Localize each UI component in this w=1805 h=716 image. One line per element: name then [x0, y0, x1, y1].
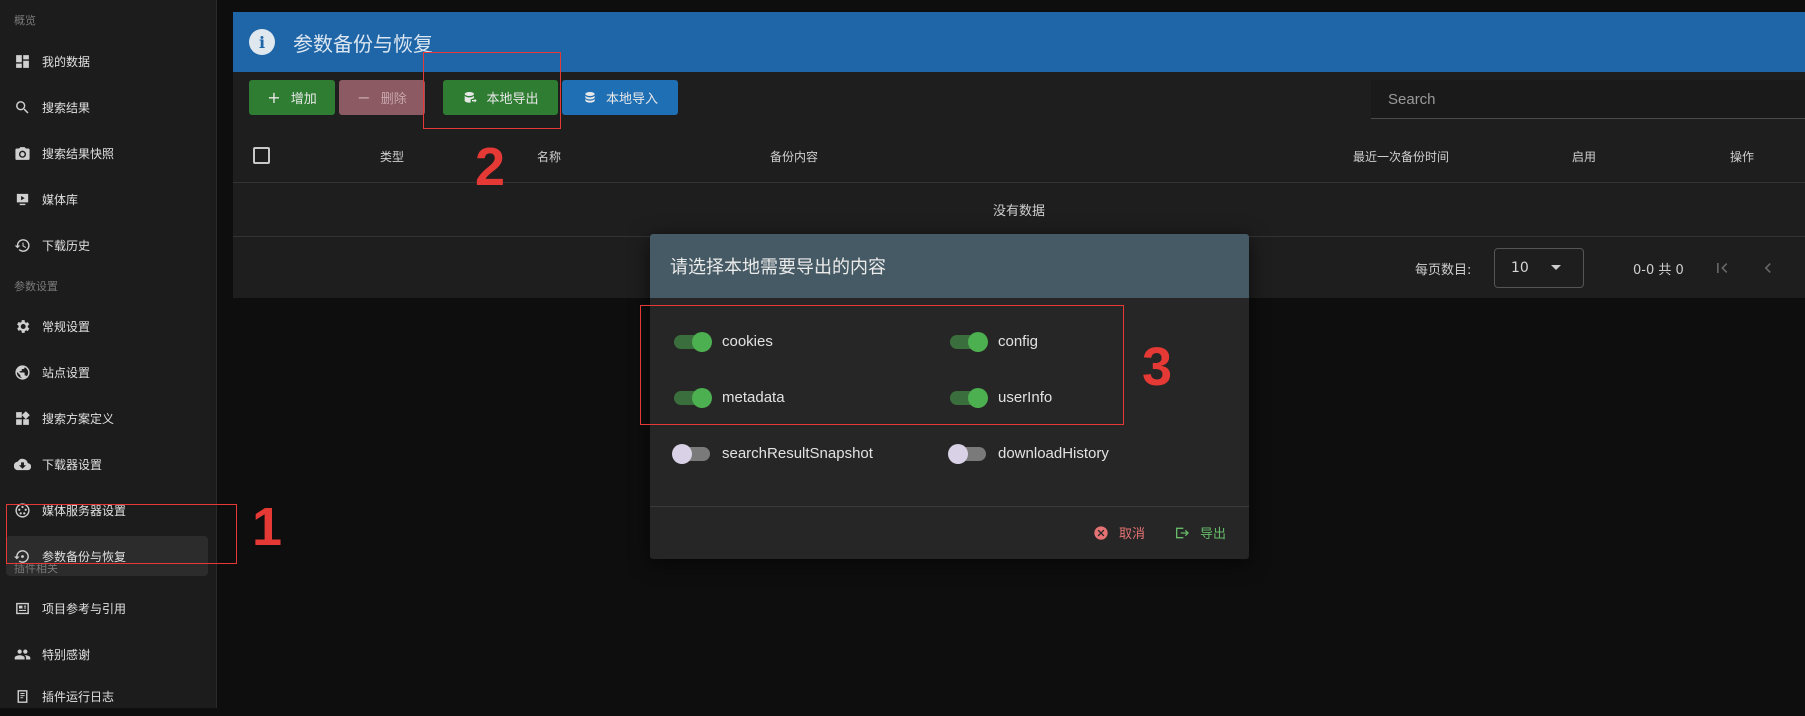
annotation-box-1 [6, 504, 237, 564]
switch[interactable] [948, 443, 986, 464]
info-icon: i [249, 29, 275, 55]
pagination-range: 0-0 共 0 [1633, 263, 1684, 278]
first-page-icon[interactable] [1712, 258, 1732, 278]
cancel-button[interactable]: 取消 [1093, 523, 1145, 542]
page-title: 参数备份与恢复 [293, 31, 433, 56]
sidebar-item-label: 特别感谢 [42, 647, 91, 662]
sidebar-item-download-history[interactable]: 下载历史 [6, 225, 208, 265]
gear-icon [12, 316, 32, 336]
camera-icon [12, 143, 32, 163]
table-header [233, 132, 1805, 183]
widgets-icon [12, 408, 32, 428]
sidebar-item-downloader-settings[interactable]: 下载器设置 [6, 444, 208, 484]
add-button[interactable]: + 增加 [249, 80, 335, 115]
local-import-button[interactable]: 本地导入 [562, 80, 678, 115]
annotation-number-3: 3 [1142, 337, 1173, 397]
select-all-checkbox[interactable] [253, 147, 270, 164]
dialog-header: 请选择本地需要导出的内容 [650, 234, 1249, 298]
sidebar-section-overview: 概览 [14, 14, 36, 27]
sidebar-item-references[interactable]: 项目参考与引用 [6, 588, 208, 628]
plus-icon: + [267, 87, 281, 107]
search-input[interactable] [1386, 89, 1790, 109]
sidebar-section-settings: 参数设置 [14, 280, 58, 293]
sidebar-item-label: 站点设置 [42, 365, 91, 380]
log-icon [12, 686, 32, 706]
annotation-number-2: 2 [475, 137, 506, 197]
annotation-box-2 [423, 52, 561, 129]
search-field[interactable] [1371, 80, 1805, 119]
sidebar-item-my-data[interactable]: 我的数据 [6, 41, 208, 81]
sidebar-item-media-library[interactable]: 媒体库 [6, 179, 208, 219]
database-import-icon [585, 91, 595, 103]
cancel-circle-icon [1094, 525, 1108, 540]
newspaper-icon [12, 598, 32, 618]
sidebar-item-search-results[interactable]: 搜索结果 [6, 87, 208, 127]
toggle-download-history[interactable]: downloadHistory [948, 443, 1109, 464]
delete-button[interactable]: − 删除 [339, 80, 425, 115]
cloud-download-icon [12, 454, 32, 474]
globe-icon [12, 362, 32, 382]
column-header-name[interactable]: 名称 [537, 148, 561, 165]
column-header-actions: 操作 [1730, 150, 1755, 164]
dialog-title: 请选择本地需要导出的内容 [670, 257, 886, 278]
caret-down-icon [1551, 265, 1561, 270]
toggle-search-result-snapshot[interactable]: searchResultSnapshot [672, 443, 873, 464]
sidebar-item-label: 搜索方案定义 [42, 411, 115, 426]
per-page-value: 10 [1511, 260, 1529, 276]
column-header-last-backup[interactable]: 最近一次备份时间 [1353, 148, 1449, 165]
export-icon [1176, 527, 1189, 538]
people-icon [12, 644, 32, 664]
sidebar-item-label: 常规设置 [42, 319, 91, 334]
per-page-select[interactable]: 10 [1494, 248, 1584, 288]
history-icon [12, 235, 32, 255]
sidebar-item-label: 插件运行日志 [42, 689, 115, 704]
export-label: 导出 [1200, 527, 1227, 542]
local-import-label: 本地导入 [605, 92, 658, 107]
dashboard-icon [12, 51, 32, 71]
sidebar-item-search-scheme[interactable]: 搜索方案定义 [6, 398, 208, 438]
column-header-enabled[interactable]: 启用 [1572, 148, 1596, 165]
previous-page-icon[interactable] [1758, 258, 1778, 278]
sidebar-item-label: 搜索结果快照 [42, 146, 115, 161]
add-button-label: 增加 [290, 92, 317, 107]
cancel-label: 取消 [1119, 527, 1146, 542]
switch[interactable] [672, 443, 710, 464]
per-page-label: 每页数目: [1415, 263, 1472, 278]
sidebar-item-label: 搜索结果 [42, 100, 91, 115]
annotation-number-1: 1 [252, 497, 283, 557]
empty-table-message: 没有数据 [233, 182, 1805, 237]
sidebar-item-general-settings[interactable]: 常规设置 [6, 306, 208, 346]
column-header-content[interactable]: 备份内容 [770, 148, 818, 165]
minus-icon: − [357, 87, 371, 107]
sidebar-item-search-snapshot[interactable]: 搜索结果快照 [6, 133, 208, 173]
sidebar-item-label: 媒体库 [42, 192, 79, 207]
delete-button-label: 删除 [380, 92, 407, 107]
media-library-icon [12, 189, 32, 209]
sidebar-item-label: 下载器设置 [42, 457, 103, 472]
search-icon [12, 97, 32, 117]
toggle-label: downloadHistory [998, 445, 1109, 462]
toggle-label: searchResultSnapshot [722, 445, 873, 462]
annotation-box-3 [640, 305, 1124, 425]
sidebar-item-plugin-log[interactable]: 插件运行日志 [6, 676, 208, 716]
sidebar-item-label: 下载历史 [42, 238, 91, 253]
export-button[interactable]: 导出 [1174, 523, 1226, 542]
sidebar-item-label: 项目参考与引用 [42, 601, 127, 616]
sidebar: 概览 我的数据 搜索结果 搜索结果快照 媒体库 下载历史 参数设置 常规设置 站… [0, 0, 217, 708]
divider [650, 506, 1249, 507]
column-header-type[interactable]: 类型 [380, 148, 404, 165]
sidebar-item-site-settings[interactable]: 站点设置 [6, 352, 208, 392]
sidebar-item-label: 我的数据 [42, 54, 91, 69]
sidebar-item-thanks[interactable]: 特别感谢 [6, 634, 208, 674]
